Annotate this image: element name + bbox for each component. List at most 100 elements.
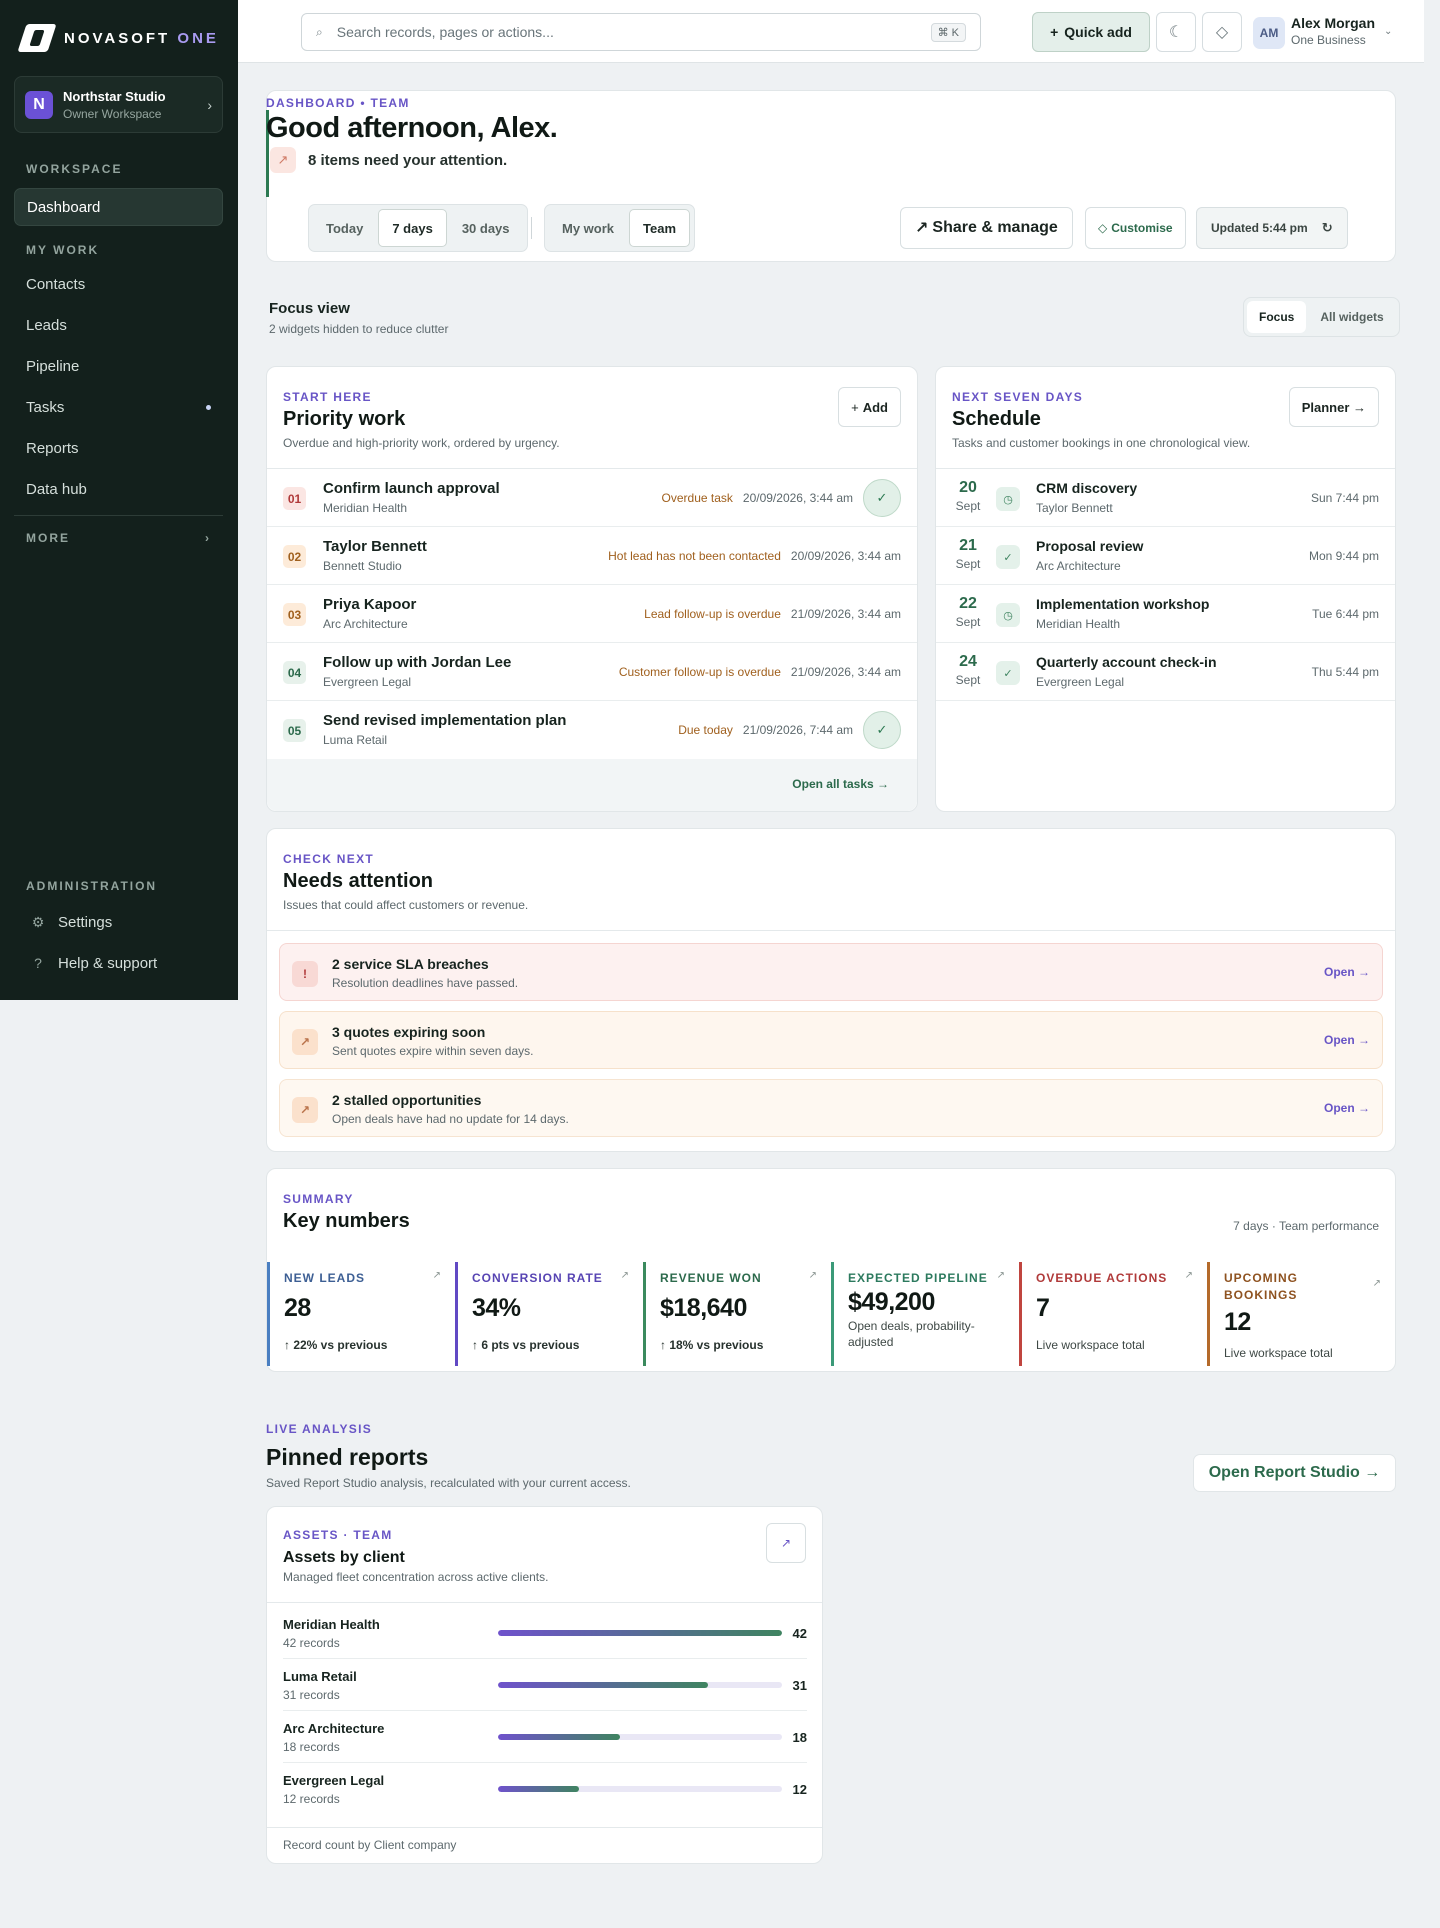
report-row[interactable]: Luma Retail 31 records 31 xyxy=(283,1659,807,1711)
card-eyebrow: START HERE xyxy=(283,390,372,404)
appearance-button[interactable]: ◇ xyxy=(1202,12,1242,52)
kpi-tile-upcoming-bookings[interactable]: UPCOMING BOOKINGS ↗ 12 Live workspace to… xyxy=(1207,1262,1395,1366)
bar-track xyxy=(498,1682,782,1688)
user-org: One Business xyxy=(1291,33,1366,47)
priority-row[interactable]: 01 Confirm launch approval Meridian Heal… xyxy=(267,469,917,527)
view-focus[interactable]: Focus xyxy=(1247,301,1307,333)
priority-row[interactable]: 04 Follow up with Jordan Lee Evergreen L… xyxy=(267,643,917,701)
sidebar-item-data-hub[interactable]: Data hub xyxy=(14,470,223,508)
sidebar-item-settings[interactable]: ⚙ Settings xyxy=(14,903,223,941)
arrow-up-right-icon: ↗ xyxy=(808,1270,817,1281)
open-report-button[interactable]: ↗ xyxy=(766,1523,806,1563)
range-30-days[interactable]: 30 days xyxy=(449,209,523,247)
attention-row[interactable]: ! 2 service SLA breaches Resolution dead… xyxy=(279,943,1383,1001)
kpi-note: ↑ 18% vs previous xyxy=(660,1338,764,1352)
kpi-tile-overdue-actions[interactable]: OVERDUE ACTIONS ↗ 7 Live workspace total xyxy=(1019,1262,1207,1366)
scope-my-work[interactable]: My work xyxy=(549,209,627,247)
priority-row[interactable]: 02 Taylor Bennett Bennett Studio Hot lea… xyxy=(267,527,917,585)
sidebar-item-tasks[interactable]: Tasks xyxy=(14,388,223,426)
quick-add-button[interactable]: + Quick add xyxy=(1032,12,1150,52)
schedule-row[interactable]: 24 Sept ✓ Quarterly account check-in Ever… xyxy=(936,643,1395,701)
record-count: 42 records xyxy=(283,1636,340,1650)
open-report-studio-button[interactable]: Open Report Studio → xyxy=(1193,1454,1396,1492)
range-today[interactable]: Today xyxy=(313,209,376,247)
event-org: Arc Architecture xyxy=(1036,559,1121,573)
logo-icon xyxy=(17,24,57,52)
arrow-up-right-icon: ↗ xyxy=(620,1270,629,1281)
report-row[interactable]: Evergreen Legal 12 records 12 xyxy=(283,1763,807,1815)
sidebar-more-label: MORE xyxy=(26,531,70,545)
schedule-row[interactable]: 22 Sept ◷ Implementation workshop Meridia… xyxy=(936,585,1395,643)
card-eyebrow: NEXT SEVEN DAYS xyxy=(952,390,1084,404)
sidebar-item-contacts[interactable]: Contacts xyxy=(14,265,223,303)
report-card-assets-by-client: ASSETS · TEAM Assets by client Managed f… xyxy=(266,1506,823,1864)
divider xyxy=(267,930,1395,931)
theme-toggle-button[interactable]: ☾ xyxy=(1156,12,1196,52)
sidebar-item-reports[interactable]: Reports xyxy=(14,429,223,467)
row-number: 03 xyxy=(283,603,306,626)
section-heading-my-work: MY WORK xyxy=(26,243,100,257)
attention-row[interactable]: ↗ 3 quotes expiring soon Sent quotes exp… xyxy=(279,1011,1383,1069)
card-title: Needs attention xyxy=(283,870,434,892)
complete-check-icon[interactable]: ✓ xyxy=(863,711,901,749)
plus-icon: + xyxy=(1050,24,1059,40)
priority-work-card: START HERE Priority work Overdue and hig… xyxy=(266,366,918,812)
hero-section: DASHBOARD • TEAM Good afternoon, Alex. ↗… xyxy=(266,90,1396,262)
workspace-switcher[interactable]: N Northstar Studio Owner Workspace › xyxy=(14,76,223,133)
sidebar-more-toggle[interactable]: MORE › xyxy=(14,519,223,557)
schedule-row[interactable]: 20 Sept ◷ CRM discovery Taylor Bennett Su… xyxy=(936,469,1395,527)
sidebar-item-help[interactable]: ? Help & support xyxy=(14,944,223,982)
kpi-tile-new-leads[interactable]: NEW LEADS ↗ 28 ↑ 22% vs previous xyxy=(267,1262,455,1366)
kpi-tile-revenue-won[interactable]: REVENUE WON ↗ $18,640 ↑ 18% vs previous xyxy=(643,1262,831,1366)
schedule-row[interactable]: 21 Sept ✓ Proposal review Arc Architectur… xyxy=(936,527,1395,585)
bar-fill xyxy=(498,1786,580,1792)
customise-label: Customise xyxy=(1111,221,1173,235)
event-title: Implementation workshop xyxy=(1036,596,1210,612)
planner-button[interactable]: Planner → xyxy=(1288,387,1379,427)
kpi-label: UPCOMING BOOKINGS xyxy=(1224,1271,1298,1302)
section-heading-administration: ADMINISTRATION xyxy=(26,879,158,893)
open-link[interactable]: Open → xyxy=(1324,1033,1370,1047)
row-tag: Hot lead has not been contacted xyxy=(608,549,781,563)
complete-check-icon[interactable]: ✓ xyxy=(863,479,901,517)
kpi-tile-conversion-rate[interactable]: CONVERSION RATE ↗ 34% ↑ 6 pts vs previou… xyxy=(455,1262,643,1366)
open-link[interactable]: Open → xyxy=(1324,965,1370,979)
priority-row[interactable]: 03 Priya Kapoor Arc Architecture Lead fo… xyxy=(267,585,917,643)
customise-button[interactable]: ◇ Customise xyxy=(1085,207,1186,249)
row-tag: Due today xyxy=(678,723,733,737)
sidebar-item-dashboard[interactable]: Dashboard xyxy=(14,188,223,226)
user-avatar[interactable]: AM xyxy=(1253,17,1285,49)
user-name[interactable]: Alex Morgan xyxy=(1291,15,1375,31)
attention-row[interactable]: ↗ 2 stalled opportunities Open deals hav… xyxy=(279,1079,1383,1137)
brand-logo[interactable]: NOVASOFT ONE xyxy=(17,24,219,52)
event-time: Sun 7:44 pm xyxy=(1310,491,1379,505)
kpi-tile-expected-pipeline[interactable]: EXPECTED PIPELINE ↗ $49,200 Open deals, … xyxy=(831,1262,1019,1366)
open-all-tasks-link[interactable]: Open all tasks → xyxy=(792,777,889,791)
report-row[interactable]: Meridian Health 42 records 42 xyxy=(283,1607,807,1659)
report-row[interactable]: Arc Architecture 18 records 18 xyxy=(283,1711,807,1763)
range-selector: Today 7 days 30 days xyxy=(308,204,528,252)
record-count: 31 records xyxy=(283,1688,340,1702)
event-title: Proposal review xyxy=(1036,538,1144,554)
range-7-days[interactable]: 7 days xyxy=(378,209,447,247)
event-time: Thu 5:44 pm xyxy=(1311,665,1379,679)
bar-track xyxy=(498,1734,782,1740)
sidebar-item-leads[interactable]: Leads xyxy=(14,306,223,344)
key-numbers-card: SUMMARY Key numbers 7 days · Team perfor… xyxy=(266,1168,1396,1372)
add-task-button[interactable]: + Add xyxy=(838,387,901,427)
bar-track xyxy=(498,1630,782,1636)
view-all-widgets[interactable]: All widgets xyxy=(1308,301,1395,333)
month: Sept xyxy=(955,673,981,687)
open-link[interactable]: Open → xyxy=(1324,1101,1370,1115)
brand-suffix: ONE xyxy=(177,29,219,47)
trend-arrow-icon: ↗ xyxy=(270,147,296,173)
refresh-button[interactable]: Updated 5:44 pm ↻ xyxy=(1196,207,1348,249)
search-input[interactable]: ⌕ Search records, pages or actions... ⌘ … xyxy=(301,13,981,51)
arrow-up-right-icon: ↗ xyxy=(432,1270,441,1281)
chevron-down-icon[interactable]: ⌄ xyxy=(1384,26,1392,37)
scope-team[interactable]: Team xyxy=(629,209,691,247)
diamond-icon: ◇ xyxy=(1215,24,1229,41)
sidebar-item-pipeline[interactable]: Pipeline xyxy=(14,347,223,385)
priority-row[interactable]: 05 Send revised implementation plan Luma… xyxy=(267,701,917,759)
share-manage-button[interactable]: ↗ Share & manage xyxy=(900,207,1073,249)
